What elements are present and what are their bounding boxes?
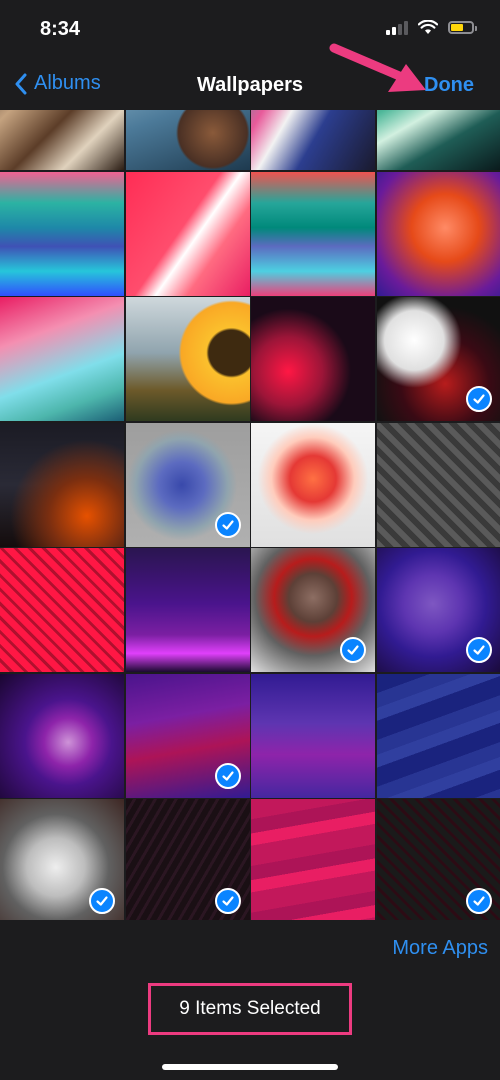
photo-wallpaper-sunflower[interactable] [125, 297, 250, 421]
checkmark-icon [465, 888, 492, 914]
photo-wallpaper-dark-lines[interactable] [125, 799, 250, 920]
checkmark-icon [465, 637, 492, 663]
cellular-signal-icon [386, 20, 408, 35]
checkmark-icon [214, 762, 241, 789]
photo-wallpaper-red-pattern[interactable] [0, 548, 124, 672]
photo-wallpaper-gray-pattern[interactable] [376, 422, 500, 547]
wifi-icon [418, 20, 438, 34]
checkmark-icon [340, 637, 366, 663]
photo-wallpaper-teal-pink-waves[interactable] [251, 171, 375, 296]
photo-wallpaper-black-red-bubbles[interactable] [251, 297, 375, 421]
photo-wallpaper-purple-dunes[interactable] [125, 548, 250, 672]
photo-wallpaper-pink-teal-abstract[interactable] [0, 297, 124, 421]
photo-wallpaper-red-smoke-face[interactable] [251, 422, 375, 547]
photo-wallpaper-ios-green-waves[interactable] [0, 171, 124, 296]
photo-wallpaper-steam-cavern[interactable] [0, 799, 124, 920]
checkmark-icon [214, 888, 241, 914]
status-time: 8:34 [40, 18, 81, 40]
selection-count-highlight: 9 Items Selected [148, 983, 352, 1035]
annotation-arrow-icon [329, 43, 426, 92]
photo-wallpaper-blue-waves[interactable] [376, 673, 500, 798]
photo-wallpaper-paint-swirl-teal[interactable] [251, 110, 375, 170]
photo-wallpaper-red-white-fold[interactable] [125, 171, 250, 296]
checkmark-icon [465, 386, 492, 412]
photo-wallpaper-purple-ridges[interactable] [125, 673, 250, 798]
photo-wallpaper-dark-ember[interactable] [0, 422, 124, 547]
photo-wallpaper-blue-cloak[interactable] [125, 110, 250, 170]
selection-count-label: 9 Items Selected [179, 998, 321, 1019]
done-button[interactable]: Done [424, 74, 474, 97]
photo-grid [0, 110, 500, 920]
home-indicator [162, 1064, 338, 1070]
photo-wallpaper-magenta-waves[interactable] [251, 799, 375, 920]
photo-wallpaper-dark-pattern[interactable] [376, 799, 500, 920]
photo-wallpaper-white-red-bubbles[interactable] [376, 297, 500, 421]
photo-wallpaper-purple-valley[interactable] [251, 673, 375, 798]
photo-wallpaper-blue-smoke-face[interactable] [125, 422, 250, 547]
status-icons [386, 20, 477, 35]
checkmark-icon [214, 511, 241, 538]
battery-icon [448, 21, 477, 34]
photo-wallpaper-bookshelf-spiral[interactable] [0, 110, 124, 170]
photo-wallpaper-deadpool-cable[interactable] [251, 548, 375, 672]
photo-wallpaper-purple-circle[interactable] [376, 548, 500, 672]
photo-wallpaper-orange-blur[interactable] [376, 171, 500, 296]
photo-wallpaper-purple-orb[interactable] [0, 673, 124, 798]
checkmark-icon [89, 888, 115, 914]
more-apps-button[interactable]: More Apps [392, 937, 488, 960]
photo-wallpaper-paint-swirl-green[interactable] [376, 110, 500, 170]
